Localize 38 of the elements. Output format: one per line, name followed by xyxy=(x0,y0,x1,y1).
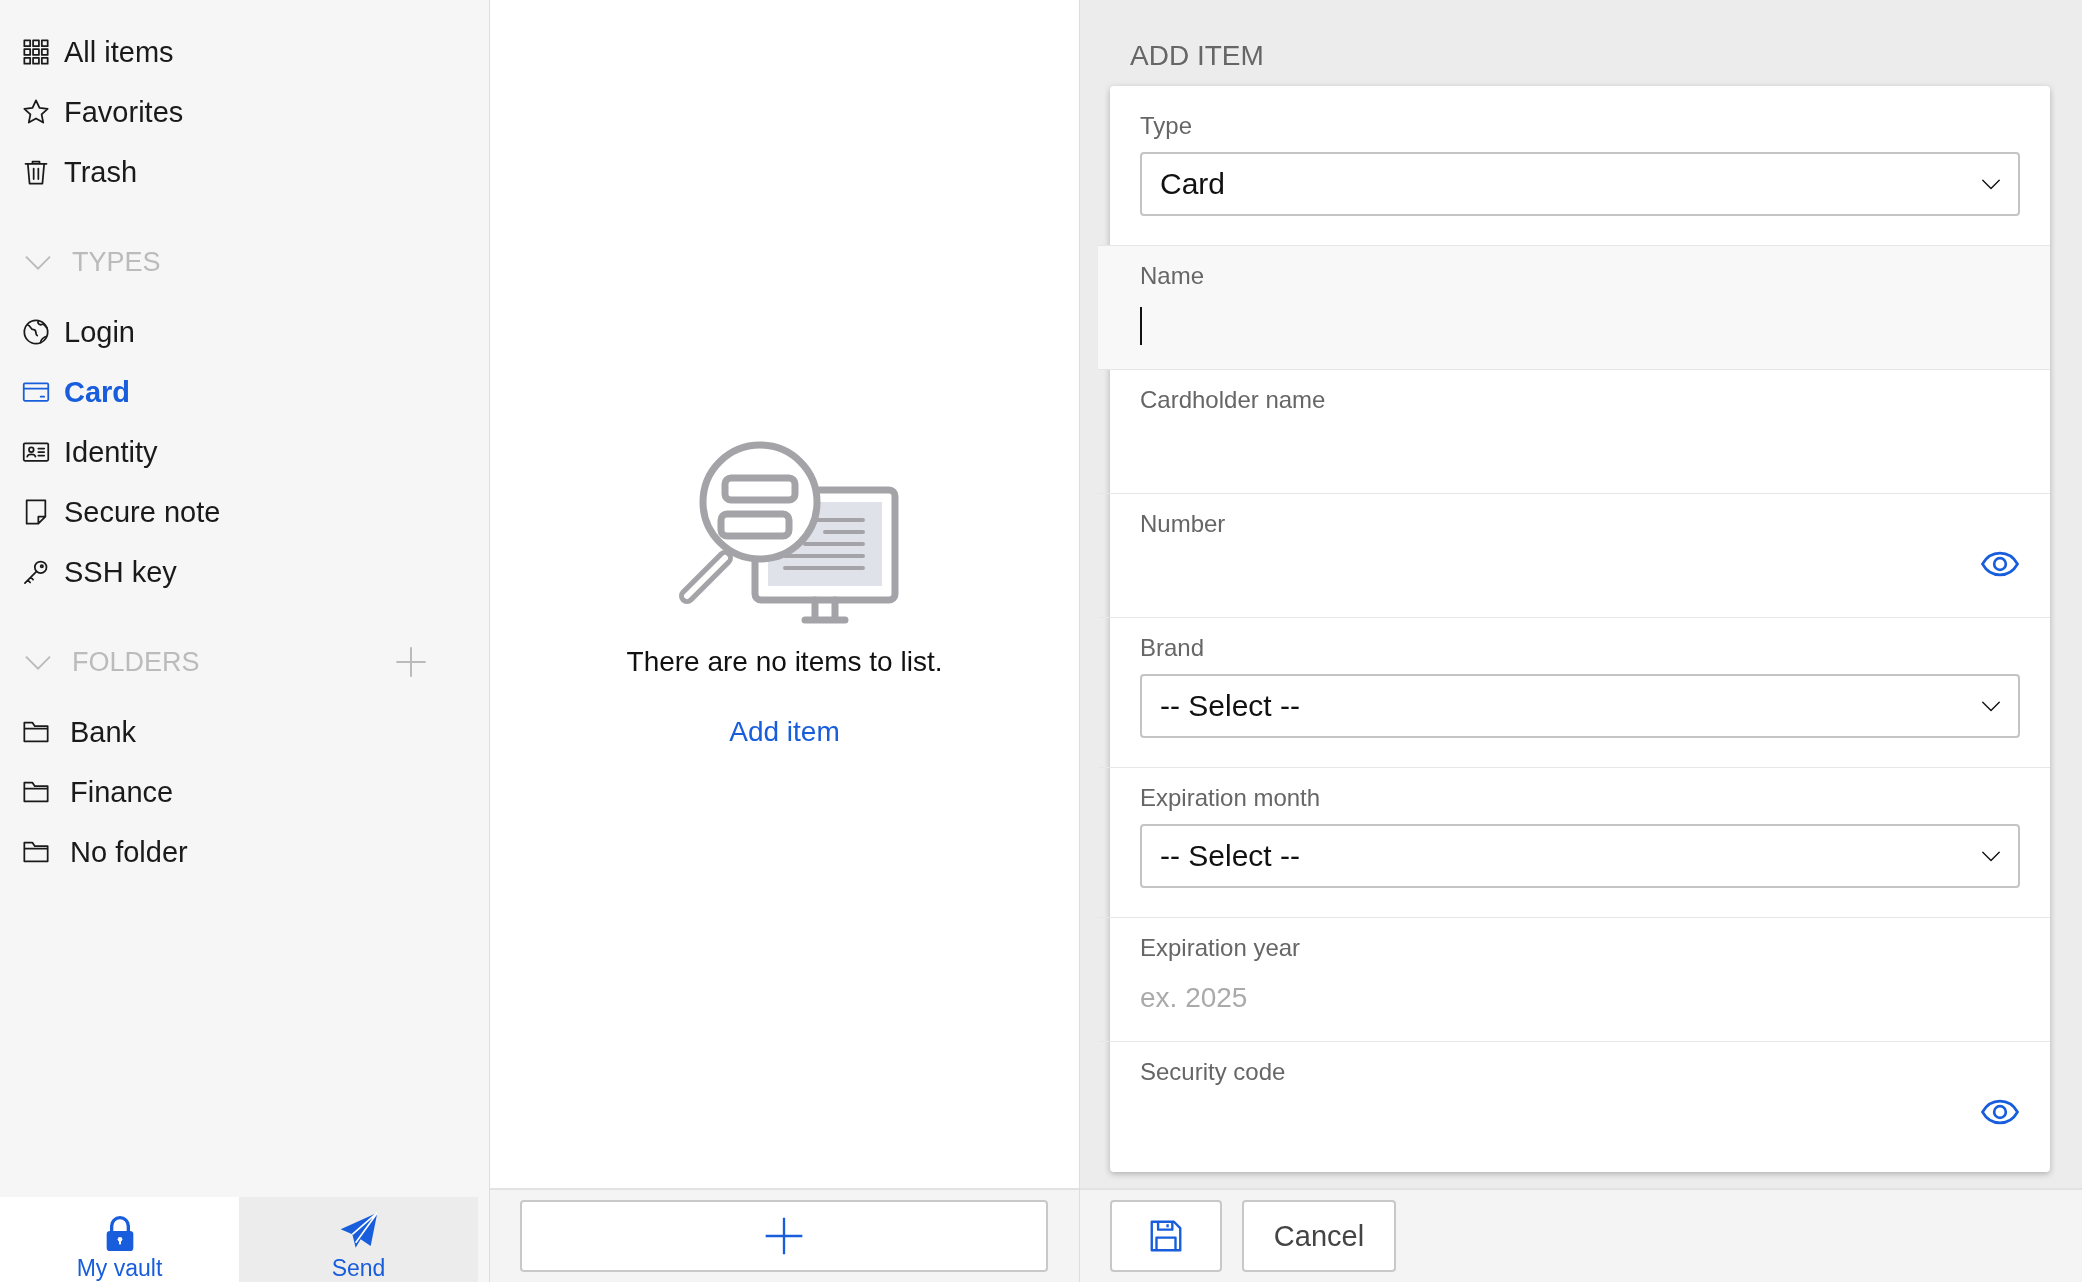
save-button[interactable] xyxy=(1110,1200,1222,1272)
field-label: Brand xyxy=(1140,634,1205,662)
form-title: ADD ITEM xyxy=(1130,40,1265,73)
grid-icon xyxy=(22,38,50,66)
trash-icon xyxy=(22,158,50,186)
select-field[interactable]: -- Select -- xyxy=(1140,674,2020,738)
add-folder-icon[interactable] xyxy=(395,646,427,678)
nav-tab[interactable]: Send xyxy=(239,1197,478,1282)
add-item-link[interactable]: Add item xyxy=(729,716,840,748)
globe-icon xyxy=(22,318,50,346)
select-field[interactable]: -- Select -- xyxy=(1140,824,2020,888)
sidebar-item[interactable]: Bank xyxy=(22,702,467,762)
field-label: Type xyxy=(1140,112,1193,140)
field-label: Name xyxy=(1140,262,1205,290)
field-label: Expiration month xyxy=(1140,784,1321,812)
sidebar-item[interactable]: All items xyxy=(22,22,467,82)
field-label: Cardholder name xyxy=(1140,386,1326,414)
sidebar-item[interactable]: Finance xyxy=(22,762,467,822)
sidebar-item[interactable]: Secure note xyxy=(22,482,467,542)
field-label: Security code xyxy=(1140,1058,1286,1086)
add-button[interactable] xyxy=(520,1200,1048,1272)
text-cursor xyxy=(1140,307,1142,345)
field-label: Number xyxy=(1140,510,1226,538)
sidebar-item[interactable]: Favorites xyxy=(22,82,467,142)
field-label: Expiration year xyxy=(1140,934,1301,962)
empty-message: There are no items to list. xyxy=(626,646,943,678)
sidebar-item[interactable]: Trash xyxy=(22,142,467,202)
sidebar-item[interactable]: SSH key xyxy=(22,542,467,602)
star-icon xyxy=(22,98,50,126)
cancel-button[interactable]: Cancel xyxy=(1242,1200,1396,1272)
sidebar-item[interactable]: No folder xyxy=(22,822,467,882)
nav-tab[interactable]: My vault xyxy=(0,1197,239,1282)
key-icon xyxy=(22,558,50,586)
sidebar-item[interactable]: Identity xyxy=(22,422,467,482)
select-field[interactable]: Card xyxy=(1140,152,2020,216)
plus-icon xyxy=(764,1216,804,1256)
sidebar-item[interactable]: Card xyxy=(22,362,467,422)
sidebar-item[interactable]: Login xyxy=(22,302,467,362)
